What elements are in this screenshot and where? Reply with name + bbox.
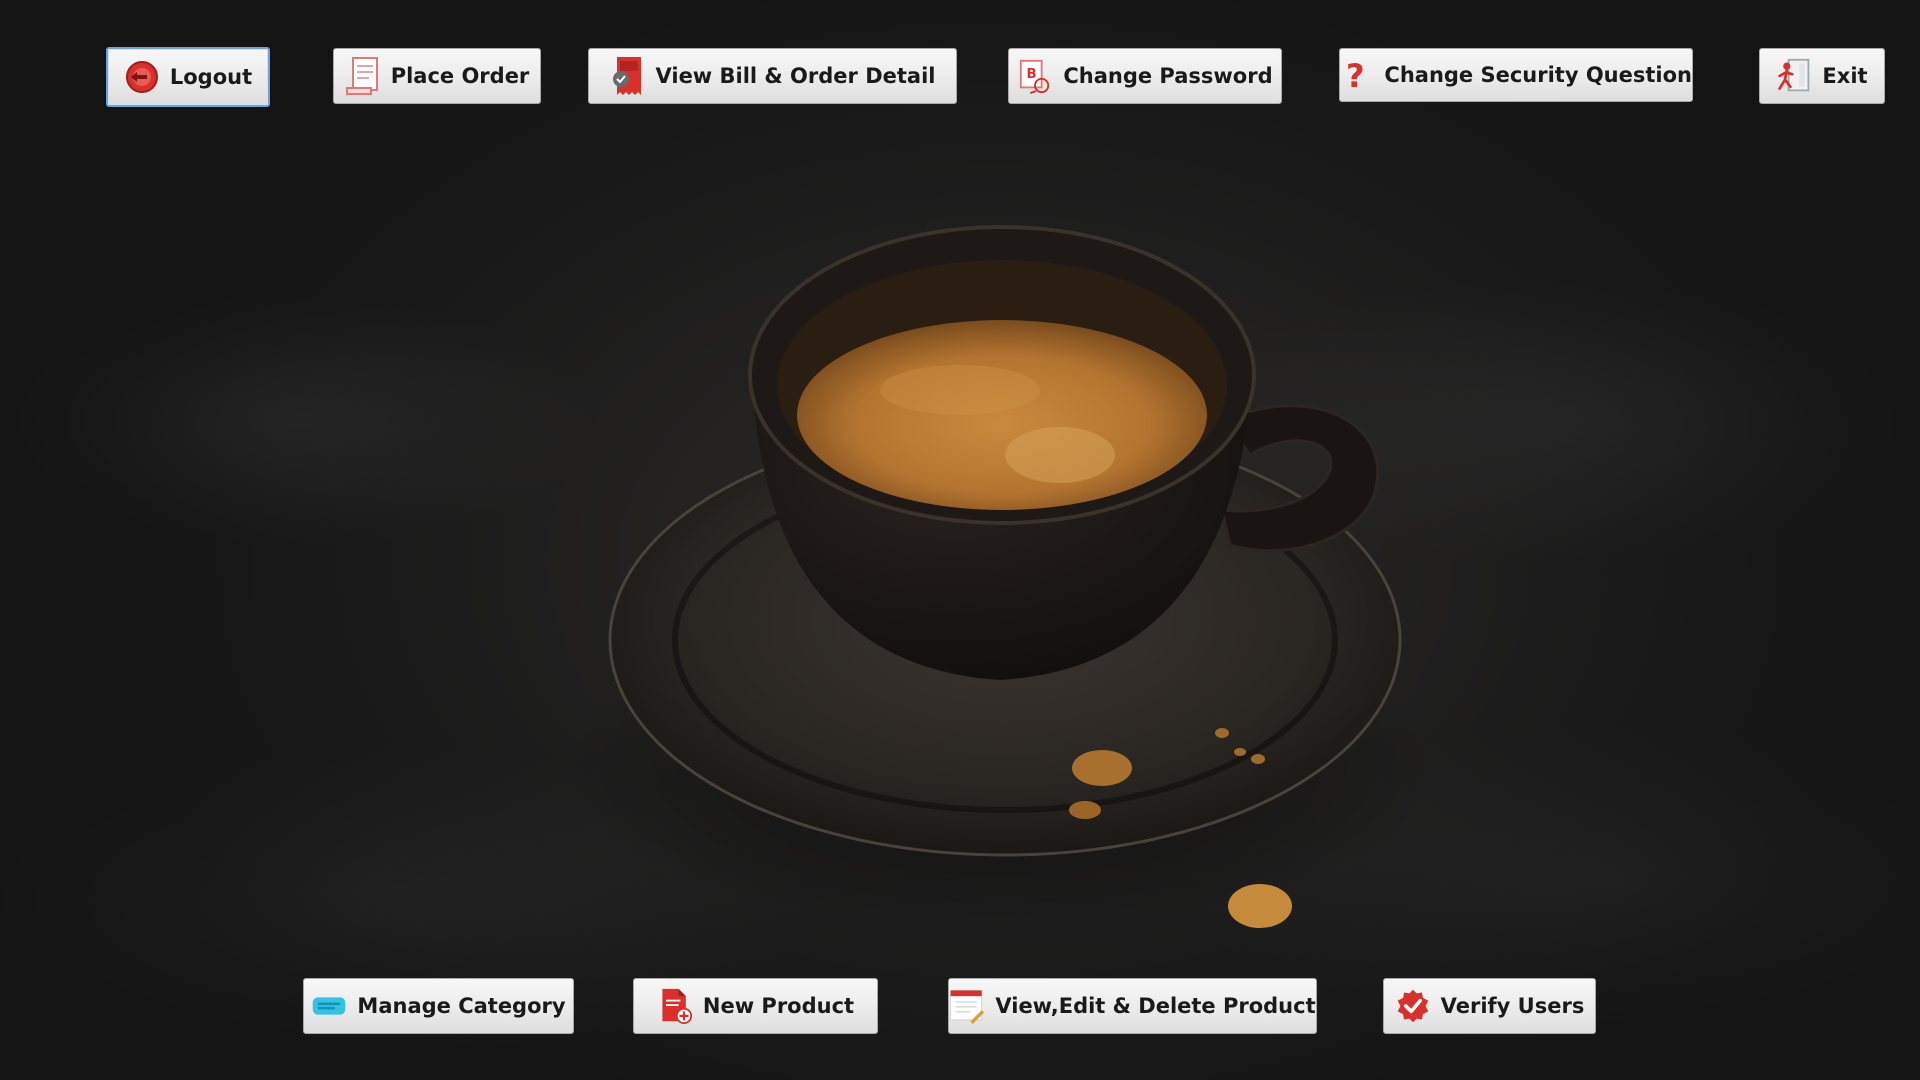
edit-document-icon [949,986,985,1026]
change-security-question-button[interactable]: ? Change Security Question [1339,48,1693,102]
category-icon [311,986,347,1026]
verify-users-label: Verify Users [1440,994,1585,1018]
view-bill-label: View Bill & Order Detail [655,64,936,88]
svg-text:?: ? [1346,57,1365,93]
bill-icon [609,56,645,96]
place-order-label: Place Order [390,64,530,88]
view-bill-order-detail-button[interactable]: View Bill & Order Detail [588,48,957,104]
verified-badge-icon [1395,986,1431,1026]
change-security-question-label: Change Security Question [1384,63,1692,87]
manage-category-button[interactable]: Manage Category [303,978,574,1034]
new-product-button[interactable]: New Product [633,978,878,1034]
exit-door-icon [1776,56,1812,96]
new-product-label: New Product [702,994,855,1018]
view-edit-delete-product-button[interactable]: View,Edit & Delete Product [948,978,1317,1034]
receipt-icon [345,56,381,96]
place-order-button[interactable]: Place Order [333,48,541,104]
exit-label: Exit [1822,64,1868,88]
question-mark-icon: ? [1340,55,1374,95]
manage-category-label: Manage Category [357,994,566,1018]
exit-button[interactable]: Exit [1759,48,1885,104]
change-password-button[interactable]: B Change Password [1008,48,1282,104]
password-icon: B [1017,56,1053,96]
logout-label: Logout [169,65,253,89]
verify-users-button[interactable]: Verify Users [1383,978,1596,1034]
coffee-cup-illustration [560,225,1440,930]
logout-icon [124,57,160,97]
svg-text:B: B [1027,67,1037,82]
change-password-label: Change Password [1063,64,1273,88]
logout-button[interactable]: Logout [106,47,270,107]
view-edit-delete-product-label: View,Edit & Delete Product [995,994,1316,1018]
new-document-icon [657,986,693,1026]
